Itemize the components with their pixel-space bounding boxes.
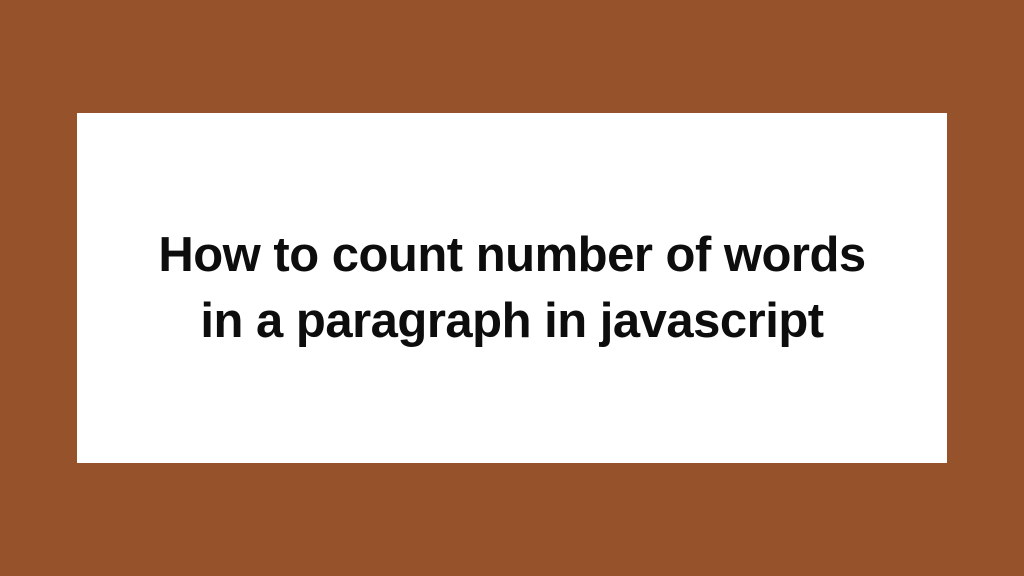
card-title: How to count number of words in a paragr…	[137, 222, 887, 354]
content-card: How to count number of words in a paragr…	[77, 113, 947, 463]
